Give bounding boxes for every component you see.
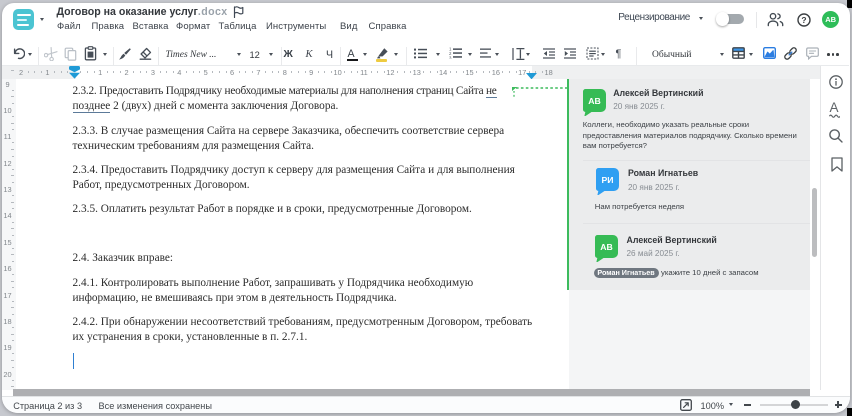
svg-text:3: 3: [448, 55, 451, 59]
svg-text:РИ: РИ: [601, 175, 613, 185]
svg-text:АВ: АВ: [600, 242, 613, 252]
svg-text:?: ?: [801, 15, 806, 25]
svg-text:АВ: АВ: [588, 96, 601, 106]
